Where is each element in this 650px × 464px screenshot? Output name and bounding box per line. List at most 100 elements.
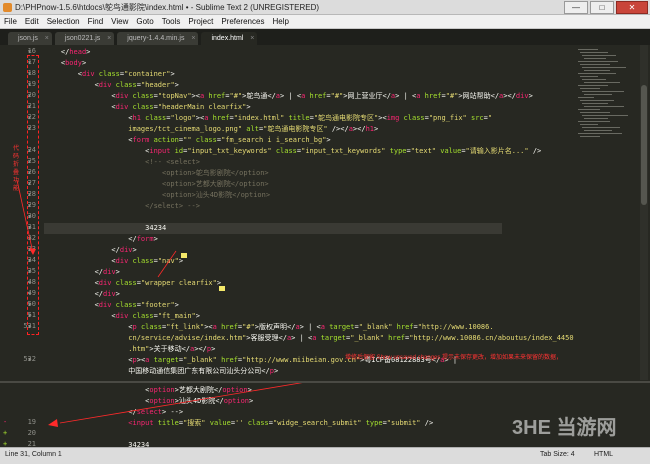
tab-close-icon[interactable]: × [107,32,111,45]
code-token: "_blank" [350,334,389,342]
code-area[interactable]: <option>艺都大剧院</option> <option>汕头4D影院</o… [44,383,576,447]
code-line[interactable]: <option>汕头4D影院</option> [44,396,253,407]
tab-close-icon[interactable]: × [45,32,49,45]
code-token: href [221,356,238,364]
minimize-button[interactable]: — [564,0,588,14]
code-token: > [273,367,279,375]
code-line[interactable]: .htm">关于移动</a></p> [44,344,215,355]
code-token: option [222,386,248,394]
minimap-line [580,112,610,113]
code-line[interactable]: <option>鸵鸟影剧院</option> [44,168,269,179]
code-token: >< [191,92,200,100]
minimap[interactable] [578,45,638,145]
menu-project[interactable]: Project [184,17,217,26]
code-token: "_blank" [183,356,222,364]
menu-selection[interactable]: Selection [43,17,84,26]
minimap-line [578,109,600,110]
tab-close-icon[interactable]: × [250,32,254,45]
code-line[interactable]: </div> [44,245,136,256]
code-line[interactable]: <div class="ft_main"> [44,311,200,322]
code-line[interactable]: </form> [44,234,158,245]
watermark-text: 3HE 当游网 [512,415,616,439]
code-line[interactable]: <p class="ft_link"><a href="#">版权声明</a> … [44,322,493,333]
code-line[interactable]: <div class="container"> [44,69,175,80]
code-line[interactable]: 34234 [44,440,149,447]
code-line[interactable]: <option>艺都大剧院</option> [44,385,252,396]
menu-edit[interactable]: Edit [21,17,43,26]
code-line[interactable]: 中国移动通信集团广东有限公司汕头分公司</p> [44,366,278,377]
code-token: "logo" [170,114,196,122]
code-token: > | < [291,334,313,342]
code-token: h1 [132,114,146,122]
code-line[interactable]: <input title="搜索" value='' class="widge_… [44,418,433,429]
code-token: "#" [445,92,459,100]
code-line[interactable]: <div class="header"> [44,80,179,91]
code-line[interactable]: <!-- <select> [44,157,200,168]
code-token: > [326,136,331,144]
code-token: >< [204,323,213,331]
code-token: <!-- <select> [44,158,200,166]
menu-view[interactable]: View [107,17,132,26]
code-line[interactable]: <input id="input_txt_keywords" class="in… [44,146,541,157]
code-line[interactable]: <div class="topNav"><a href="#">鸵鸟通</a> … [44,91,532,102]
code-area[interactable]: </head> <body> <div class="container"> <… [44,45,576,380]
code-line[interactable]: </div> [44,289,120,300]
close-button[interactable]: ✕ [616,0,648,14]
minimap-line [584,118,608,119]
code-token: href [309,92,327,100]
code-token: < [44,397,150,405]
maximize-button[interactable]: □ [590,0,614,14]
tab-json0221-js[interactable]: json0221.js × [54,32,115,45]
tab-index-html[interactable]: index.html × [201,32,258,45]
code-token: >鸵鸟通</ [242,92,276,100]
tab-close-icon[interactable]: × [191,32,195,45]
code-line[interactable]: <div class="footer"> [44,300,179,311]
code-line[interactable]: <body> [44,58,86,69]
code-line[interactable]: <form action="" class="fm_search i i_sea… [44,135,331,146]
code-token: div [98,81,116,89]
code-line[interactable]: <div class="headerMain clearfix"> [44,102,250,113]
code-line[interactable]: 34234 [44,223,166,234]
minimap-line [580,76,598,77]
code-token: >关于移动</ [149,345,191,353]
menu-file[interactable]: File [0,17,21,26]
code-token: class [132,257,154,265]
code-line[interactable]: images/tct_cinema_logo.png" alt="鸵鸟通电影院专… [44,124,378,135]
code-line[interactable]: <div class="nav"> [44,256,183,267]
menu-tools[interactable]: Tools [158,17,185,26]
code-line[interactable]: <h1 class="logo"><a href="index.html" ti… [44,113,492,124]
code-line[interactable]: <option>艺都大剧院</option> [44,179,269,190]
code-line[interactable]: cn/service/advise/index.htm">客服受理</ a> | … [44,333,573,344]
scrollbar-thumb[interactable] [641,85,647,205]
wrapper-div-marker [219,286,225,291]
syntax-indicator[interactable]: HTML [594,451,613,458]
window-title: D:\PHPnow-1.5.6\htdocs\鸵鸟通影院\index.html … [15,2,320,12]
menu-find[interactable]: Find [84,17,108,26]
code-token: class [132,103,154,111]
code-line[interactable]: </div> [44,267,120,278]
code-line[interactable]: <div class="wrapper clearfix"> [44,278,221,289]
menu-goto[interactable]: Goto [132,17,157,26]
code-token: >汕头4D影院</ [174,397,224,405]
minimap-line [582,103,608,104]
editor-pane-main[interactable]: 16 ▼ 17 ▼ 18 ▼ 19 ▼ 20 ▼ 21 ▼ 22 ▼ 23 ▼ 24 ▼ 25 ▼ 26 ▼ 27 ▼ 28 ▼ 2… [0,45,650,380]
watermark-logo: 3HE 当游网 [512,415,616,439]
menu-help[interactable]: Help [268,17,292,26]
code-line[interactable]: </head> [44,47,91,58]
tab-label: json.js [18,35,38,42]
tab-size-indicator[interactable]: Tab Size: 4 [540,451,575,458]
tab-json-js[interactable]: json.js × [8,32,52,45]
code-line[interactable]: </select> --> [44,201,200,212]
code-token: class [132,312,154,320]
code-token: div [98,279,116,287]
fold-arrow-icon[interactable]: ▼ [28,357,31,363]
line-number-gutter: 19-20 +21 + [0,383,40,447]
code-token: "text" [410,147,441,155]
minimap-line [578,61,618,62]
tab-jquery-js[interactable]: jquery-1.4.4.min.js × [117,32,199,45]
code-line[interactable]: <option>汕头4D影院</option> [44,190,270,201]
menu-preferences[interactable]: Preferences [217,17,268,26]
vertical-scrollbar[interactable] [640,45,648,380]
code-token: href [396,323,414,331]
code-line[interactable]: </select> --> [44,407,183,418]
